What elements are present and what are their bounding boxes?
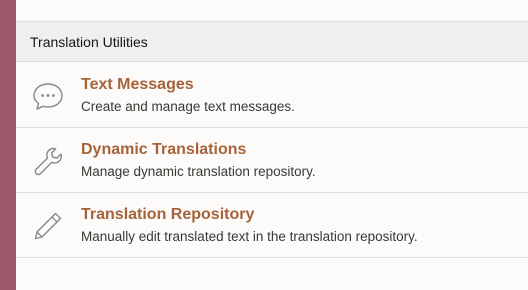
- dynamic-translations-link[interactable]: Dynamic Translations: [81, 141, 246, 159]
- list-item-text-messages[interactable]: Text Messages Create and manage text mes…: [16, 63, 528, 128]
- page: Translation Utilities Text Messages Crea…: [0, 0, 528, 290]
- utilities-list: Text Messages Create and manage text mes…: [16, 63, 528, 258]
- list-item-dynamic-translations[interactable]: Dynamic Translations Manage dynamic tran…: [16, 128, 528, 193]
- translation-repository-description: Manually edit translated text in the tra…: [81, 229, 418, 244]
- pencil-icon: [31, 209, 65, 243]
- section-header: Translation Utilities: [16, 22, 528, 62]
- main-content: Translation Utilities Text Messages Crea…: [16, 0, 528, 290]
- text-messages-description: Create and manage text messages.: [81, 99, 295, 114]
- dynamic-translations-description: Manage dynamic translation repository.: [81, 164, 316, 179]
- text-messages-link[interactable]: Text Messages: [81, 76, 194, 94]
- chat-bubble-icon: [31, 79, 65, 113]
- wrench-icon: [31, 144, 65, 178]
- translation-repository-link[interactable]: Translation Repository: [81, 206, 254, 224]
- list-item-translation-repository[interactable]: Translation Repository Manually edit tra…: [16, 193, 528, 258]
- section-title: Translation Utilities: [30, 33, 148, 50]
- sidebar-strip: [0, 0, 16, 290]
